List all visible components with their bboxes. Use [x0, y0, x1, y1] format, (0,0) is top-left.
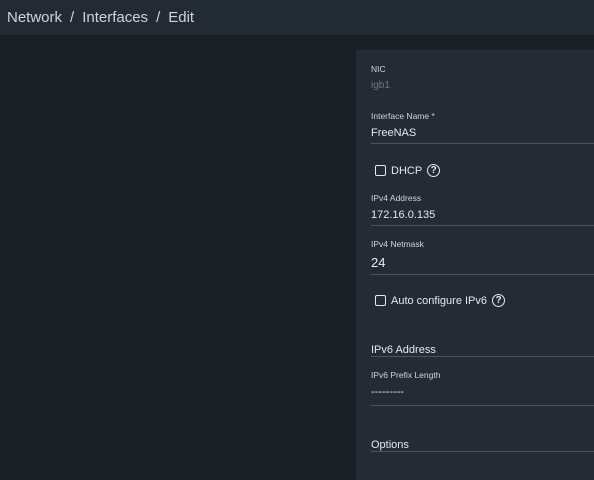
auto-ipv6-checkbox-row[interactable]: Auto configure IPv6 ? [375, 294, 506, 307]
nic-field: NIC igb1 [371, 64, 594, 91]
ipv4-address-field[interactable]: IPv4 Address 172.16.0.135 [371, 193, 594, 226]
ipv4-address-label: IPv4 Address [371, 193, 422, 203]
auto-ipv6-label: Auto configure IPv6 [391, 294, 488, 307]
breadcrumb: Network / Interfaces / Edit [0, 9, 194, 26]
ipv6-address-input[interactable]: IPv6 Address [371, 344, 436, 356]
breadcrumb-separator: / [156, 9, 161, 26]
nic-value: igb1 [371, 80, 390, 91]
ipv4-netmask-label: IPv4 Netmask [371, 239, 424, 249]
ipv4-netmask-underline [371, 274, 594, 275]
question-circle-icon[interactable]: ? [427, 164, 441, 177]
interface-name-input[interactable]: FreeNAS [371, 127, 594, 139]
dhcp-label: DHCP [391, 164, 423, 177]
ipv4-address-input[interactable]: 172.16.0.135 [371, 209, 594, 221]
options-field[interactable]: Options [371, 435, 594, 452]
breadcrumb-separator: / [70, 9, 75, 26]
ipv6-prefix-field[interactable]: IPv6 Prefix Length --------- [371, 370, 594, 406]
auto-ipv6-checkbox[interactable] [375, 295, 386, 306]
nic-label: NIC [371, 64, 386, 74]
ipv4-netmask-field[interactable]: IPv4 Netmask 24 [371, 239, 594, 275]
interface-name-label: Interface Name * [371, 111, 435, 121]
breadcrumb-edit: Edit [168, 9, 195, 26]
options-underline [371, 451, 594, 452]
ipv4-address-underline [371, 225, 594, 226]
interface-name-field[interactable]: Interface Name * FreeNAS [371, 111, 594, 144]
interface-name-underline [371, 143, 594, 144]
question-circle-icon[interactable]: ? [492, 294, 506, 307]
interface-edit-form: NIC igb1 Interface Name * FreeNAS DHCP ?… [356, 50, 594, 480]
ipv6-address-underline [371, 356, 594, 357]
top-bar: Network / Interfaces / Edit [0, 0, 594, 35]
breadcrumb-interfaces[interactable]: Interfaces [82, 9, 148, 26]
dhcp-checkbox-row[interactable]: DHCP ? [375, 164, 441, 177]
ipv6-prefix-select[interactable]: --------- [371, 386, 594, 398]
breadcrumb-network[interactable]: Network [7, 9, 62, 26]
dhcp-checkbox[interactable] [375, 165, 386, 176]
ipv6-prefix-underline [371, 405, 594, 406]
ipv6-address-field[interactable]: IPv6 Address [371, 340, 594, 357]
options-input[interactable]: Options [371, 439, 409, 451]
ipv4-netmask-select[interactable]: 24 [371, 255, 594, 270]
ipv6-prefix-label: IPv6 Prefix Length [371, 370, 441, 380]
